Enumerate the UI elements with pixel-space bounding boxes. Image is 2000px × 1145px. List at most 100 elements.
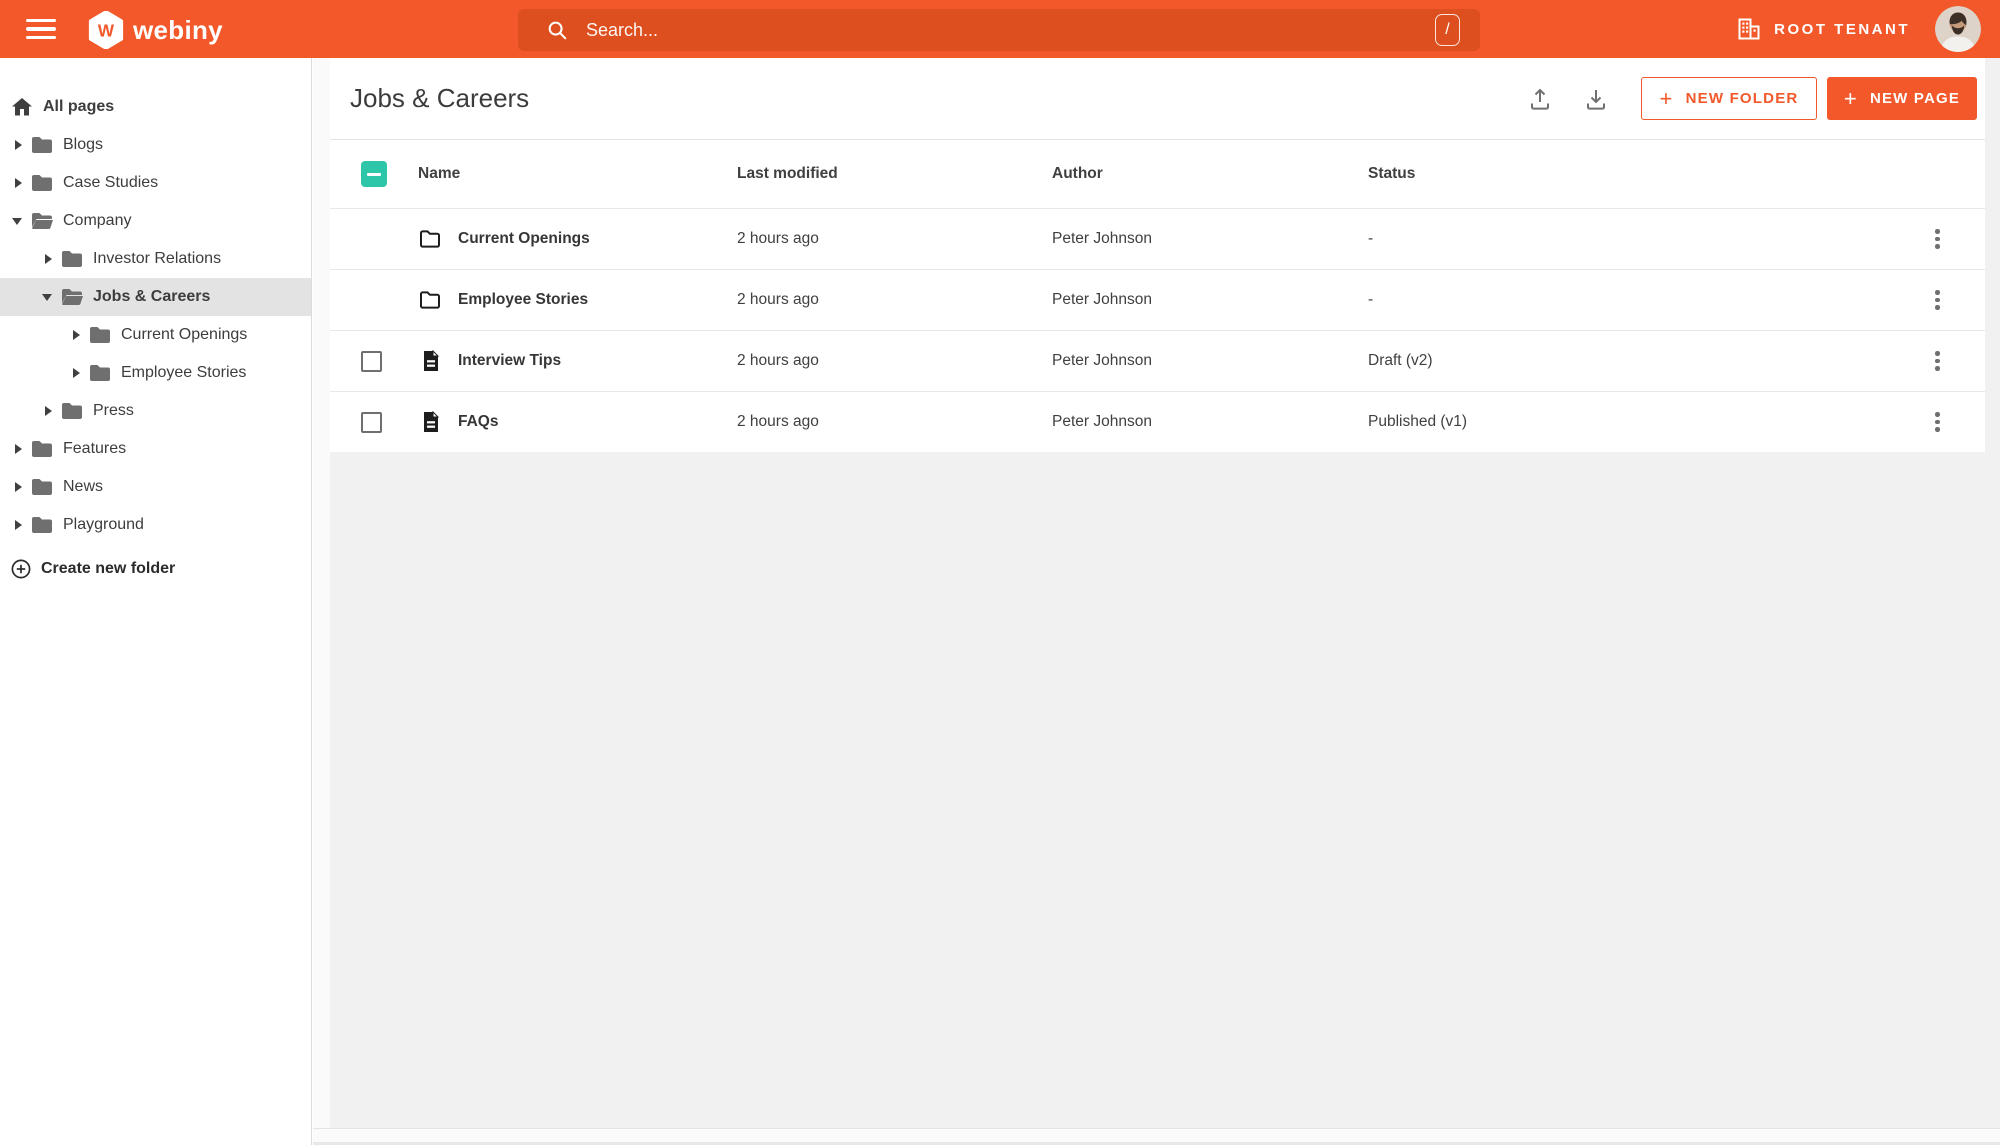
new-page-button[interactable]: + NEW PAGE: [1827, 77, 1977, 120]
content-gutter: [313, 58, 330, 1128]
sidebar-item-label: Jobs & Careers: [93, 288, 211, 305]
row-name: FAQs: [458, 413, 499, 430]
table-header-row: Name Last modified Author Status: [330, 140, 1985, 208]
sidebar-item-blogs[interactable]: Blogs: [0, 126, 311, 164]
column-header-last-modified[interactable]: Last modified: [737, 165, 1052, 183]
new-folder-label: NEW FOLDER: [1685, 90, 1799, 107]
webiny-hexagon-icon: W: [88, 11, 124, 49]
row-status: -: [1368, 291, 1374, 308]
column-header-name[interactable]: Name: [418, 165, 737, 183]
row-checkbox[interactable]: [361, 411, 382, 433]
sidebar-item-label: Features: [63, 440, 127, 457]
sidebar-item-case-studies[interactable]: Case Studies: [0, 164, 311, 202]
row-author: Peter Johnson: [1052, 413, 1152, 430]
row-kebab-menu-icon[interactable]: [1925, 409, 1951, 435]
search-icon: [548, 21, 567, 40]
sidebar-item-label: Employee Stories: [121, 364, 247, 381]
sidebar-item-all-pages[interactable]: All pages: [0, 88, 311, 126]
folder-icon: [62, 403, 82, 419]
folder-outline-icon: [420, 291, 440, 309]
chevron-right-icon[interactable]: [10, 137, 26, 153]
search-shortcut-badge: /: [1435, 14, 1460, 46]
sidebar-item-label: All pages: [43, 98, 115, 115]
chevron-down-icon[interactable]: [40, 289, 56, 305]
webiny-logo[interactable]: W webiny: [88, 11, 223, 49]
header-actions: + NEW FOLDER + NEW PAGE: [1527, 77, 1977, 120]
sidebar-item-press[interactable]: Press: [0, 392, 311, 430]
create-folder-label: Create new folder: [41, 560, 176, 577]
select-all-checkbox[interactable]: [361, 161, 387, 187]
chevron-right-icon[interactable]: [10, 441, 26, 457]
chevron-right-icon[interactable]: [10, 517, 26, 533]
row-status: Draft (v2): [1368, 352, 1433, 369]
avatar-photo: [1935, 6, 1981, 52]
row-name: Current Openings: [458, 230, 590, 247]
sidebar-item-employee-stories[interactable]: Employee Stories: [0, 354, 311, 392]
logo-monogram: W: [98, 21, 115, 40]
chevron-down-icon[interactable]: [10, 213, 26, 229]
row-kebab-menu-icon[interactable]: [1925, 348, 1951, 374]
chevron-right-icon[interactable]: [40, 403, 56, 419]
new-folder-button[interactable]: + NEW FOLDER: [1641, 77, 1817, 120]
sidebar-item-label: Company: [63, 212, 132, 229]
new-page-label: NEW PAGE: [1869, 90, 1961, 107]
plus-icon: +: [1659, 85, 1674, 111]
home-icon: [12, 98, 32, 116]
building-icon: [1738, 18, 1760, 40]
search-bar[interactable]: /: [518, 9, 1480, 51]
chevron-right-icon[interactable]: [10, 175, 26, 191]
user-avatar[interactable]: [1935, 6, 1981, 52]
card-header: Jobs & Careers + NEW FOLDER + NEW PAGE: [330, 58, 1985, 140]
page-document-icon: [424, 410, 440, 432]
sidebar-item-jobs-careers[interactable]: Jobs & Careers: [0, 278, 311, 316]
chevron-right-icon[interactable]: [68, 327, 84, 343]
hamburger-menu-icon[interactable]: [26, 19, 56, 39]
sidebar-item-playground[interactable]: Playground: [0, 506, 311, 544]
search-input[interactable]: [586, 19, 1435, 41]
column-header-author[interactable]: Author: [1052, 165, 1368, 183]
folder-tree-sidebar: All pages Blogs Case Studies Company Inv…: [0, 58, 312, 1145]
row-author: Peter Johnson: [1052, 352, 1152, 369]
export-download-icon[interactable]: [1583, 86, 1609, 112]
row-kebab-menu-icon[interactable]: [1925, 287, 1951, 313]
folder-outline-icon: [420, 230, 440, 248]
chevron-right-icon[interactable]: [68, 365, 84, 381]
create-new-folder-button[interactable]: Create new folder: [0, 550, 311, 588]
folder-icon: [62, 251, 82, 267]
folder-icon: [32, 479, 52, 495]
row-status: -: [1368, 230, 1374, 247]
sidebar-item-features[interactable]: Features: [0, 430, 311, 468]
circle-plus-icon: [11, 559, 31, 579]
row-name: Interview Tips: [458, 352, 562, 369]
import-upload-icon[interactable]: [1527, 86, 1553, 112]
sidebar-item-label: Investor Relations: [93, 250, 222, 267]
table-row-faqs[interactable]: FAQs 2 hours ago Peter Johnson Published…: [330, 391, 1985, 452]
top-bar: W webiny / ROOT TENANT: [0, 0, 2000, 58]
folder-icon: [32, 441, 52, 457]
sidebar-item-current-openings[interactable]: Current Openings: [0, 316, 311, 354]
row-kebab-menu-icon[interactable]: [1925, 226, 1951, 252]
tenant-selector[interactable]: ROOT TENANT: [1736, 0, 1910, 58]
sidebar-item-label: Case Studies: [63, 174, 159, 191]
folder-icon: [90, 365, 110, 381]
tenant-label: ROOT TENANT: [1774, 20, 1910, 38]
row-author: Peter Johnson: [1052, 230, 1152, 247]
table-row-employee-stories[interactable]: Employee Stories 2 hours ago Peter Johns…: [330, 269, 1985, 330]
table-row-interview-tips[interactable]: Interview Tips 2 hours ago Peter Johnson…: [330, 330, 1985, 391]
page-title: Jobs & Careers: [350, 83, 530, 113]
folder-icon: [32, 517, 52, 533]
sidebar-item-company[interactable]: Company: [0, 202, 311, 240]
row-last-modified: 2 hours ago: [737, 291, 819, 308]
sidebar-item-label: Current Openings: [121, 326, 248, 343]
row-checkbox[interactable]: [361, 350, 382, 372]
page-document-icon: [424, 349, 440, 371]
row-last-modified: 2 hours ago: [737, 352, 819, 369]
row-status: Published (v1): [1368, 413, 1468, 430]
sidebar-item-news[interactable]: News: [0, 468, 311, 506]
column-header-status[interactable]: Status: [1368, 165, 1890, 183]
table-row-current-openings[interactable]: Current Openings 2 hours ago Peter Johns…: [330, 208, 1985, 269]
sidebar-item-investor-relations[interactable]: Investor Relations: [0, 240, 311, 278]
folder-icon: [32, 137, 52, 153]
chevron-right-icon[interactable]: [10, 479, 26, 495]
chevron-right-icon[interactable]: [40, 251, 56, 267]
